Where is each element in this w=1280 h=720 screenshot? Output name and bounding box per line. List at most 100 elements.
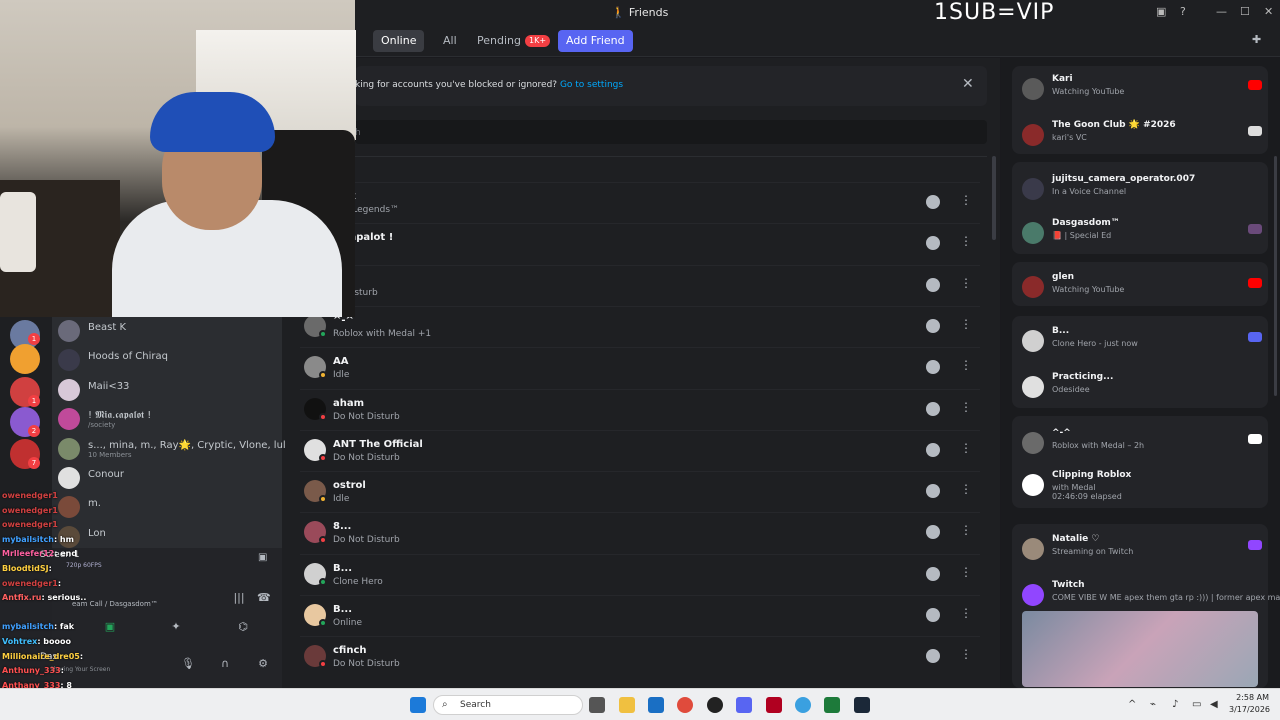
- task-view-icon[interactable]: [589, 697, 605, 713]
- store-icon[interactable]: [648, 697, 664, 713]
- dm-item[interactable]: s..., mina, m., Ray🌟, Cryptic, Vlone, lu…: [58, 436, 286, 464]
- active-now-item[interactable]: Practicing... Odesidee: [1022, 372, 1262, 402]
- active-now-item[interactable]: glen Watching YouTube: [1022, 272, 1262, 302]
- more-options-icon[interactable]: ⋮: [960, 400, 972, 414]
- friend-row[interactable]: a.capalot ! ety ⋮: [300, 223, 980, 264]
- more-options-icon[interactable]: ⋮: [960, 317, 972, 331]
- friend-row[interactable]: trex pex Legends™ ⋮: [300, 182, 980, 223]
- more-options-icon[interactable]: ⋮: [960, 193, 972, 207]
- friend-row[interactable]: AA Idle ⋮: [300, 347, 980, 388]
- inbox-icon[interactable]: ▣: [1156, 5, 1166, 18]
- message-icon[interactable]: [926, 318, 940, 333]
- mic-tray-icon[interactable]: ♪: [1172, 699, 1178, 710]
- friend-row[interactable]: 8... Do Not Disturb ⋮: [300, 512, 980, 553]
- more-options-icon[interactable]: ⋮: [960, 647, 972, 661]
- message-icon[interactable]: [926, 649, 940, 664]
- dm-item[interactable]: Conour: [58, 465, 278, 493]
- chrome-alt-icon[interactable]: [795, 697, 811, 713]
- dm-item[interactable]: Maii<33: [58, 377, 278, 405]
- activities-icon[interactable]: ✦: [170, 621, 182, 633]
- active-now-item[interactable]: ^-^ Roblox with Medal – 2h: [1022, 428, 1262, 458]
- dm-item[interactable]: Hoods of Chiraq: [58, 347, 278, 375]
- message-icon[interactable]: [926, 484, 940, 499]
- gear-icon[interactable]: ⚙: [257, 658, 269, 670]
- server-icon[interactable]: [10, 344, 40, 374]
- tab-pending[interactable]: Pending 1K+: [469, 30, 558, 52]
- stream-thumbnail[interactable]: [1022, 611, 1258, 687]
- more-options-icon[interactable]: ⋮: [960, 523, 972, 537]
- more-options-icon[interactable]: ⋮: [960, 358, 972, 372]
- more-options-icon[interactable]: ⋮: [960, 565, 972, 579]
- mic-icon[interactable]: 🎙: [181, 658, 195, 670]
- active-now-item[interactable]: The Goon Club 🌟 #2026 kari's VC: [1022, 120, 1262, 150]
- friend-row[interactable]: B... Online ⋮: [300, 595, 980, 636]
- message-icon[interactable]: [926, 608, 940, 622]
- friends-scrollbar[interactable]: [992, 156, 996, 240]
- windows-start-icon[interactable]: [410, 697, 426, 713]
- dm-item[interactable]: ! 𝕸𝖎𝖆.𝖈𝖆𝖕𝖆𝖑𝖔𝖙 ! /society: [58, 406, 278, 434]
- active-scrollbar[interactable]: [1274, 156, 1277, 396]
- active-now-item[interactable]: Natalie ♡ Streaming on Twitch: [1022, 534, 1262, 564]
- message-icon[interactable]: [926, 277, 940, 292]
- friend-row[interactable]: on' ot Disturb ⋮: [300, 264, 980, 306]
- search-input[interactable]: [355, 120, 987, 144]
- volume-icon[interactable]: ◀: [1210, 699, 1218, 710]
- active-now-item[interactable]: Dasgasdom™ 📕 | Special Ed: [1022, 218, 1262, 248]
- active-now-item[interactable]: Clipping Roblox with Medal 02:46:09 elaps…: [1022, 470, 1262, 501]
- screen-share-icon[interactable]: ⌬: [237, 621, 249, 633]
- help-icon[interactable]: ?: [1180, 5, 1186, 18]
- popout-icon[interactable]: ▣: [258, 552, 267, 563]
- tray-chevron-icon[interactable]: ^: [1128, 699, 1136, 710]
- maximize-button[interactable]: ☐: [1240, 5, 1250, 18]
- message-icon[interactable]: [926, 236, 940, 251]
- dm-item[interactable]: m.: [58, 494, 278, 522]
- message-icon[interactable]: [926, 442, 940, 457]
- discord-icon[interactable]: [736, 697, 752, 713]
- add-friend-button[interactable]: Add Friend: [558, 30, 633, 52]
- friend-row[interactable]: ^-^ Roblox with Medal +1 ⋮: [300, 305, 980, 347]
- tab-online[interactable]: Online: [373, 30, 425, 52]
- chrome-icon[interactable]: [677, 697, 693, 713]
- tab-all[interactable]: All: [435, 30, 465, 52]
- more-options-icon[interactable]: ⋮: [960, 276, 972, 290]
- soundboard-icon[interactable]: |||: [233, 592, 245, 604]
- network-icon[interactable]: ⌁: [1150, 699, 1156, 710]
- close-window-button[interactable]: ✕: [1264, 5, 1273, 18]
- activity-status: kari's VC: [1052, 133, 1087, 142]
- active-now-item[interactable]: jujitsu_camera_operator.007 In a Voice C…: [1022, 174, 1262, 204]
- taskbar-search[interactable]: [433, 695, 583, 715]
- new-group-dm-icon[interactable]: ✚: [1252, 33, 1261, 46]
- headphones-icon[interactable]: ∩: [219, 658, 231, 670]
- display-icon[interactable]: ▭: [1192, 699, 1201, 710]
- message-icon[interactable]: [926, 401, 940, 416]
- go-to-settings-link[interactable]: Go to settings: [560, 80, 623, 90]
- friend-row[interactable]: cfinch Do Not Disturb ⋮: [300, 636, 980, 677]
- adobe-icon[interactable]: [766, 697, 782, 713]
- friend-row[interactable]: ANT The Official Do Not Disturb ⋮: [300, 429, 980, 471]
- excel-icon[interactable]: [824, 697, 840, 713]
- active-now-item[interactable]: Twitch COME VIBE W ME apex them gta rp :…: [1022, 580, 1280, 610]
- active-now-item[interactable]: B... Clone Hero - just now: [1022, 326, 1262, 356]
- message-icon[interactable]: [926, 566, 940, 581]
- dm-item[interactable]: Beast K: [58, 318, 278, 346]
- active-now-item[interactable]: Kari Watching YouTube: [1022, 74, 1262, 104]
- friend-row[interactable]: aham Do Not Disturb ⋮: [300, 388, 980, 430]
- friend-row[interactable]: ostrol Idle ⋮: [300, 471, 980, 512]
- close-icon[interactable]: ✕: [962, 76, 974, 92]
- server-badge: 1: [28, 333, 40, 345]
- message-icon[interactable]: [926, 360, 940, 375]
- minimize-button[interactable]: —: [1216, 5, 1227, 18]
- friend-row[interactable]: B... Clone Hero ⋮: [300, 553, 980, 595]
- camera-icon[interactable]: ▣: [104, 621, 116, 633]
- message-icon[interactable]: [926, 525, 940, 540]
- more-options-icon[interactable]: ⋮: [960, 234, 972, 248]
- steam-icon[interactable]: [854, 697, 870, 713]
- disconnect-icon[interactable]: ☎: [257, 592, 271, 604]
- message-icon[interactable]: [926, 195, 940, 209]
- file-explorer-icon[interactable]: [619, 697, 635, 713]
- more-options-icon[interactable]: ⋮: [960, 606, 972, 620]
- more-options-icon[interactable]: ⋮: [960, 482, 972, 496]
- more-options-icon[interactable]: ⋮: [960, 441, 972, 455]
- obs-icon[interactable]: [707, 697, 723, 713]
- clock[interactable]: 2:58 AM 3/17/2026: [1229, 692, 1270, 716]
